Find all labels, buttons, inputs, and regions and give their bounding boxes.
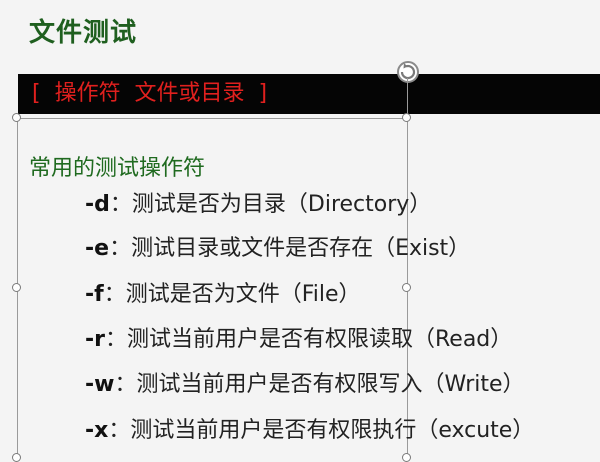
resize-handle-icon[interactable] xyxy=(402,453,411,462)
operator-flag: -f xyxy=(85,282,104,307)
resize-handle-icon[interactable] xyxy=(402,283,411,292)
list-item: -w：测试当前用户是否有权限写入（Write） xyxy=(85,370,525,400)
operator-flag: -d xyxy=(85,192,110,217)
rotate-icon[interactable] xyxy=(394,58,422,86)
list-item: -e：测试目录或文件是否存在（Exist） xyxy=(85,234,470,264)
operator-flag: -e xyxy=(85,236,110,261)
operator-description: ：测试是否为文件（File） xyxy=(103,282,361,307)
operator-description: ：测试当前用户是否有权限执行（excute） xyxy=(108,418,535,443)
list-item: -d：测试是否为目录（Directory） xyxy=(85,190,431,220)
operator-description: ：测试目录或文件是否存在（Exist） xyxy=(109,236,471,261)
operator-syntax-bar[interactable]: [ 操作符 文件或目录 ] xyxy=(18,74,600,114)
resize-handle-icon[interactable] xyxy=(402,113,411,122)
operator-description: ：测试当前用户是否有权限写入（Write） xyxy=(114,372,525,397)
list-item: -x：测试当前用户是否有权限执行（excute） xyxy=(85,416,534,446)
resize-handle-icon[interactable] xyxy=(12,113,21,122)
operator-flag: -w xyxy=(85,372,115,397)
list-item: -f：测试是否为文件（File） xyxy=(85,280,361,310)
operator-description: ：测试当前用户是否有权限读取（Read） xyxy=(104,327,513,352)
slide-title: 文件测试 xyxy=(29,18,138,48)
operator-flag: -r xyxy=(85,327,105,352)
operator-description: ：测试是否为目录（Directory） xyxy=(109,192,432,217)
resize-handle-icon[interactable] xyxy=(12,453,21,462)
section-heading: 常用的测试操作符 xyxy=(29,156,206,181)
rotate-connector-line xyxy=(407,78,408,114)
list-item: -r：测试当前用户是否有权限读取（Read） xyxy=(85,325,512,355)
resize-handle-icon[interactable] xyxy=(12,283,21,292)
operator-flag: -x xyxy=(85,418,109,443)
operator-syntax-text: [ 操作符 文件或目录 ] xyxy=(32,81,268,106)
